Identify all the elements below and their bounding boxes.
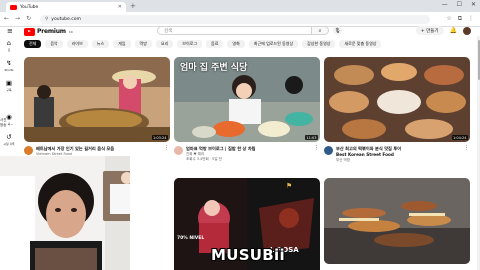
logo-text: Premium: [37, 28, 66, 36]
category-chips: 전체 음악 라이브 뉴스 게임 먹방 요리 브이로그 음료 영화 최근에 업로드…: [24, 40, 382, 49]
site-info-icon[interactable]: ⚲: [45, 17, 48, 22]
browser-actions: ☆ ⧉ ⋮: [446, 15, 474, 23]
thumbnail-image: [324, 178, 470, 264]
tab-title: YouTube: [20, 4, 39, 10]
video-thumbnail[interactable]: 1:04:24: [324, 57, 470, 142]
browser-tab[interactable]: YouTube ✕: [6, 2, 126, 12]
shorts-icon: ↯: [6, 59, 12, 67]
sidebar-item-label: Shorts: [4, 68, 14, 72]
video-stats: 조회수 3.4만회 · 5일 전: [186, 156, 222, 161]
chip-mukbang[interactable]: 먹방: [134, 40, 152, 48]
address-bar: ← → ↻ ⚲ youtube.com ☆ ⧉ ⋮: [0, 12, 480, 27]
video-title[interactable]: 베트남에서 가장 인기 있는 길거리 음식 모음: [36, 146, 161, 151]
url-field[interactable]: ⚲ youtube.com: [40, 14, 430, 24]
more-actions-icon[interactable]: ⋮: [164, 145, 169, 151]
new-tab-button[interactable]: +: [130, 2, 136, 10]
sidebar-item-home[interactable]: ⌂ 홈: [0, 39, 18, 53]
more-actions-icon[interactable]: ⋮: [464, 145, 469, 151]
notifications-bell-icon[interactable]: 🔔: [450, 27, 457, 34]
channel-avatar[interactable]: [24, 146, 33, 155]
chat-overlay: 사진 방송 ~~: [0, 118, 22, 136]
sidebar-item-label: 시청 기록: [3, 142, 15, 146]
chip-new-to-you[interactable]: 새로운 맞춤 동영상: [339, 40, 382, 48]
thumbnail-image: [324, 57, 470, 142]
chip-gaming[interactable]: 게임: [113, 40, 131, 48]
streamer-webcam: [0, 156, 130, 270]
url-text: youtube.com: [51, 16, 81, 22]
video-title[interactable]: 부산 최고의 떡볶이와 분식 맛집 투어: [336, 146, 461, 151]
search-icon: ⌕: [318, 27, 322, 34]
extensions-icon[interactable]: ⧉: [458, 15, 462, 23]
maximize-icon[interactable]: ☐: [457, 1, 462, 8]
svg-text:⚑: ⚑: [286, 182, 292, 190]
chip-watched[interactable]: 감상한 동영상: [302, 40, 336, 48]
channel-name[interactable]: 부산 먹방: [336, 158, 461, 163]
search-button[interactable]: ⌕: [312, 26, 329, 35]
create-label: + 만들기: [420, 28, 439, 34]
chat-message: 방송 ~~: [0, 122, 14, 127]
video-thumbnail[interactable]: 엄마 집 주변 식당 11:03: [174, 57, 320, 142]
sidebar-item-label: 구독: [6, 88, 12, 92]
microphone-icon: 🎙: [334, 27, 341, 34]
video-duration: 11:03: [304, 135, 318, 140]
more-actions-icon[interactable]: ⋮: [314, 145, 319, 151]
forward-icon[interactable]: →: [15, 15, 20, 22]
close-tab-icon[interactable]: ✕: [118, 4, 122, 10]
search-input[interactable]: 검색: [157, 26, 312, 35]
youtube-header: ≡ Premium KR 검색 ⌕ 🎙 + 만들기 🔔: [0, 26, 480, 36]
account-avatar[interactable]: [463, 26, 471, 35]
chip-news[interactable]: 뉴스: [91, 40, 110, 48]
video-thumbnail[interactable]: 1:03:24: [24, 57, 170, 142]
create-button[interactable]: + 만들기: [415, 26, 444, 35]
thumbnail-caption: 엄마 집 주변 식당: [180, 63, 248, 73]
thumbnail-image: [24, 57, 170, 142]
scrollbar-thumb[interactable]: [477, 40, 480, 80]
channel-avatar[interactable]: [324, 146, 333, 155]
menu-hamburger-icon[interactable]: ≡: [7, 27, 13, 35]
browser-tab-bar: YouTube ✕ + — ☐ ✕: [0, 0, 480, 12]
channel-avatar[interactable]: [174, 146, 183, 155]
browser-menu-icon[interactable]: ⋮: [468, 15, 474, 23]
chip-live[interactable]: 라이브: [66, 40, 88, 48]
chip-recently-uploaded[interactable]: 최근에 업로드된 동영상: [248, 40, 299, 48]
streamer-watermark: MUSUBii: [211, 246, 285, 264]
chip-all[interactable]: 전체: [24, 40, 42, 48]
minimize-icon[interactable]: —: [442, 1, 448, 8]
sidebar-item-shorts[interactable]: ↯ Shorts: [0, 59, 18, 73]
sidebar-item-label: 홈: [7, 48, 11, 52]
video-title[interactable]: 엄마표 먹방 브이로그 | 집밥 한 상 차림: [186, 146, 311, 151]
youtube-favicon-icon: [10, 4, 17, 10]
chip-vlog[interactable]: 브이로그: [177, 40, 203, 48]
search-placeholder: 검색: [164, 28, 173, 34]
chip-movies[interactable]: 영화: [227, 40, 245, 48]
chip-drinks[interactable]: 음료: [206, 40, 224, 48]
sidebar-item-subscriptions[interactable]: ▣ 구독: [0, 79, 18, 93]
close-window-icon[interactable]: ✕: [471, 1, 476, 8]
back-icon[interactable]: ←: [4, 15, 9, 22]
voice-search-button[interactable]: 🎙: [333, 26, 342, 35]
header-actions: + 만들기 🔔: [415, 26, 471, 35]
reload-icon[interactable]: ↻: [26, 15, 31, 22]
thumbnail-caption-left: 70% NIVEL: [177, 236, 205, 241]
bookmark-star-icon[interactable]: ☆: [446, 15, 451, 23]
subscriptions-icon: ▣: [5, 79, 13, 87]
window-controls: — ☐ ✕: [442, 1, 476, 8]
nav-buttons: ← → ↻: [4, 15, 31, 22]
youtube-play-icon: [24, 28, 35, 36]
chip-cooking[interactable]: 요리: [155, 40, 174, 48]
chip-music[interactable]: 음악: [45, 40, 63, 48]
video-thumbnail[interactable]: [324, 178, 470, 264]
video-duration: 1:04:24: [451, 135, 468, 140]
video-duration: 1:03:24: [151, 135, 168, 140]
youtube-logo[interactable]: Premium KR: [24, 28, 73, 36]
country-code: KR: [68, 29, 73, 34]
webcam-image: [0, 156, 130, 270]
home-icon: ⌂: [6, 39, 12, 47]
video-title-line2[interactable]: Best Korean Street Food: [336, 152, 461, 157]
